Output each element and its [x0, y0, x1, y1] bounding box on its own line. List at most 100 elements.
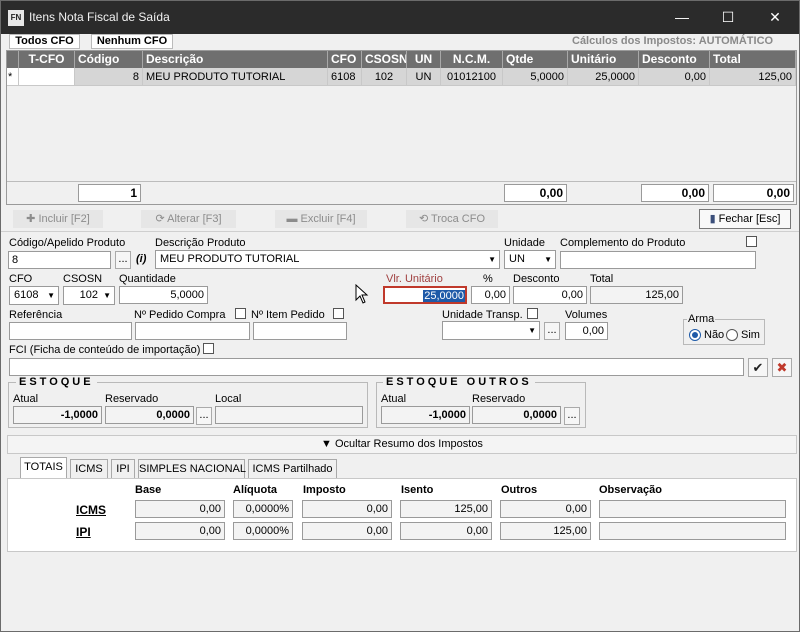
- grid-header-desconto[interactable]: Desconto: [639, 51, 710, 68]
- estoque-outros-button[interactable]: ...: [564, 407, 580, 425]
- nenhum-cfo-button[interactable]: Nenhum CFO: [91, 34, 173, 49]
- referencia-label: Referência: [9, 309, 63, 321]
- info-icon[interactable]: (i): [136, 253, 146, 265]
- pedido-compra-input[interactable]: [135, 322, 250, 340]
- swap-icon: ⟲: [418, 213, 432, 225]
- grid-cell-qtde[interactable]: 5,0000: [503, 68, 568, 86]
- fci-checkbox[interactable]: [203, 343, 214, 354]
- chevron-down-icon: ▼: [544, 255, 552, 264]
- tab-icms-partilhado[interactable]: ICMS Partilhado: [248, 459, 337, 478]
- grid-header-total[interactable]: Total: [710, 51, 796, 68]
- codigo-label: Código/Apelido Produto: [9, 237, 126, 249]
- grid-cell-tcfo[interactable]: [19, 68, 75, 86]
- estoque-atual-label: Atual: [13, 393, 39, 405]
- tax-header-aliquota: Alíquota: [233, 484, 277, 496]
- tab-icms[interactable]: ICMS: [70, 459, 108, 478]
- alterar-button[interactable]: ⟳ Alterar [F3]: [141, 210, 236, 228]
- fci-input[interactable]: [9, 358, 744, 376]
- grid-header-cfo[interactable]: CFO: [328, 51, 362, 68]
- desconto-input[interactable]: 0,00: [513, 286, 587, 304]
- minimize-button[interactable]: —: [659, 1, 705, 34]
- grid-cell-unitario[interactable]: 25,0000: [568, 68, 639, 86]
- unidade-transp-select[interactable]: ▼: [442, 321, 540, 340]
- tax-row-name: ICMS: [76, 503, 106, 517]
- confirm-button[interactable]: ✔: [748, 358, 768, 377]
- cancel-x-icon: ✖: [776, 360, 788, 375]
- item-pedido-checkbox[interactable]: [333, 308, 344, 319]
- window: FN Itens Nota Fiscal de Saída — ☐ ✕ Todo…: [0, 0, 800, 632]
- percent-label: %: [483, 273, 493, 285]
- ocultar-resumo-button[interactable]: ▼ Ocultar Resumo dos Impostos: [7, 435, 797, 454]
- ipi-observacao: [599, 522, 786, 540]
- close-button[interactable]: ✕: [752, 1, 798, 34]
- unidade-select[interactable]: UN ▼: [504, 250, 556, 269]
- tab-simples-nacional[interactable]: SIMPLES NACIONAL: [138, 459, 246, 478]
- csosn-select[interactable]: 102 ▼: [63, 286, 115, 305]
- icms-observacao: [599, 500, 786, 518]
- cfo-select[interactable]: 6108 ▼: [9, 286, 59, 305]
- grid-header-qtde[interactable]: Qtde: [503, 51, 568, 68]
- arma-sim-label: Sim: [741, 329, 760, 341]
- pedido-compra-checkbox[interactable]: [235, 308, 246, 319]
- arma-nao-radio[interactable]: [689, 329, 701, 341]
- fci-label: FCI (Ficha de conteúdo de importação): [9, 344, 201, 356]
- refresh-icon: ⟳: [155, 213, 168, 225]
- grid-cell-ncm[interactable]: 01012100: [441, 68, 503, 86]
- incluir-button[interactable]: ✚ Incluir [F2]: [13, 210, 103, 228]
- unidade-transp-lookup-button[interactable]: ...: [544, 322, 560, 340]
- referencia-input[interactable]: [9, 322, 132, 340]
- complemento-checkbox[interactable]: [746, 236, 757, 247]
- grid-cell-cfo[interactable]: 6108: [328, 68, 362, 86]
- unidade-transp-checkbox[interactable]: [527, 308, 538, 319]
- grid-header-ncm[interactable]: N.C.M.: [441, 51, 503, 68]
- app-icon: FN: [8, 10, 24, 26]
- volumes-input[interactable]: 0,00: [565, 322, 608, 340]
- fechar-button[interactable]: ▮ Fechar [Esc]: [699, 209, 791, 229]
- icms-base: 0,00: [135, 500, 225, 518]
- item-pedido-input[interactable]: [253, 322, 347, 340]
- item-pedido-label: Nº Item Pedido: [251, 309, 325, 321]
- codigo-lookup-button[interactable]: ...: [115, 251, 131, 269]
- grid-cell-desconto[interactable]: 0,00: [639, 68, 710, 86]
- unidade-transp-label: Unidade Transp.: [442, 309, 523, 321]
- excluir-button[interactable]: ▬ Excluir [F4]: [275, 210, 367, 228]
- estoque-reservado-label: Reservado: [105, 393, 159, 405]
- estoque-outros-title: ESTOQUE OUTROS: [383, 376, 535, 388]
- percent-input[interactable]: 0,00: [471, 286, 510, 304]
- check-icon: ✔: [752, 360, 764, 375]
- unidade-label: Unidade: [504, 237, 545, 249]
- grid-header-unitario[interactable]: Unitário: [568, 51, 639, 68]
- icms-aliquota: 0,0000%: [233, 500, 293, 518]
- grid-header-un[interactable]: UN: [407, 51, 441, 68]
- quantidade-input[interactable]: 5,0000: [119, 286, 208, 304]
- troca-cfo-button[interactable]: ⟲ Troca CFO: [406, 210, 498, 228]
- tab-ipi[interactable]: IPI: [111, 459, 135, 478]
- plus-icon: ✚: [26, 213, 39, 225]
- grid-cell-un[interactable]: UN: [407, 68, 441, 86]
- grid-header-descricao[interactable]: Descrição: [143, 51, 328, 68]
- grid-header-indicator: [7, 51, 19, 68]
- todos-cfo-button[interactable]: Todos CFO: [9, 34, 80, 49]
- tab-totais[interactable]: TOTAIS: [20, 457, 67, 478]
- codigo-input[interactable]: 8: [8, 251, 111, 269]
- estoque-reservado-button[interactable]: ...: [196, 407, 212, 425]
- footer-count: 1: [78, 184, 141, 202]
- descricao-select[interactable]: MEU PRODUTO TUTORIAL ▼: [155, 250, 500, 269]
- grid-cell-codigo[interactable]: 8: [75, 68, 143, 86]
- grid-cell-csosn[interactable]: 102: [362, 68, 407, 86]
- mouse-cursor-icon: [355, 284, 369, 304]
- ipi-isento: 0,00: [400, 522, 492, 540]
- maximize-button[interactable]: ☐: [705, 1, 751, 34]
- grid-header-csosn[interactable]: CSOSN: [362, 51, 407, 68]
- grid-header-codigo[interactable]: Código: [75, 51, 143, 68]
- cancel-button[interactable]: ✖: [772, 358, 792, 377]
- estoque-title: ESTOQUE: [16, 376, 97, 388]
- ipi-imposto: 0,00: [302, 522, 392, 540]
- grid-cell-total[interactable]: 125,00: [710, 68, 796, 86]
- arma-sim-radio[interactable]: [726, 329, 738, 341]
- vlr-unitario-input[interactable]: 25,0000: [383, 286, 467, 304]
- icms-imposto: 0,00: [302, 500, 392, 518]
- grid-cell-descricao[interactable]: MEU PRODUTO TUTORIAL: [143, 68, 328, 86]
- grid-header-tcfo[interactable]: T-CFO: [19, 51, 75, 68]
- complemento-input[interactable]: [560, 251, 756, 269]
